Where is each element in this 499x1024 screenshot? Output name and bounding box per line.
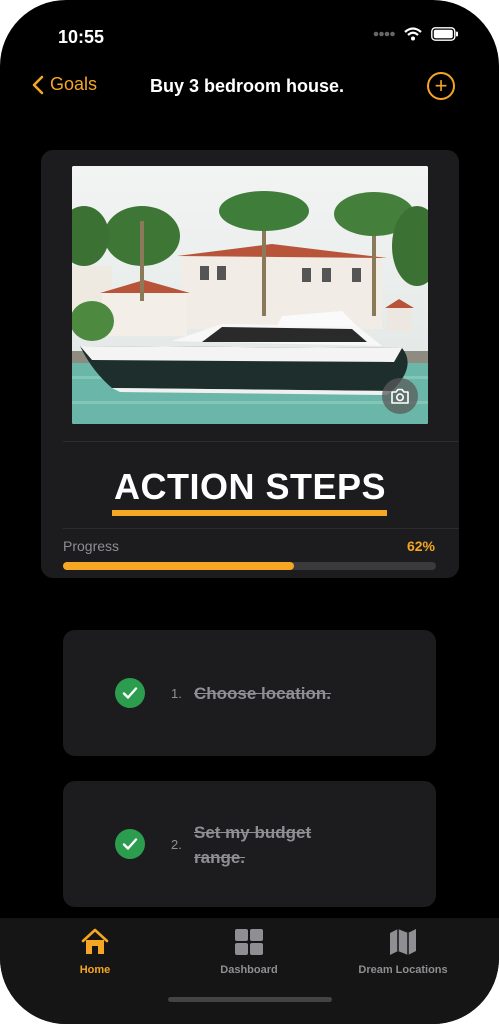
goal-card: ACTION STEPS Progress 62%	[41, 150, 459, 578]
change-photo-button[interactable]	[382, 378, 418, 414]
progress-bar	[63, 562, 436, 570]
status-time: 10:55	[58, 27, 105, 47]
signal-icon	[373, 31, 395, 37]
camera-icon	[391, 388, 409, 404]
step-complete-toggle[interactable]	[115, 678, 145, 708]
plus-icon: +	[434, 73, 448, 98]
action-step-item[interactable]: 1. Choose location.	[63, 630, 436, 756]
tab-label: Dream Locations	[358, 964, 448, 976]
action-step-item[interactable]: 2. Set my budget range.	[63, 781, 436, 907]
phone-screen: 10:55 Goals Buy 3 bedroom house. + ACTIO…	[0, 0, 499, 1024]
tab-dashboard[interactable]: Dashboard	[209, 928, 289, 976]
back-label: Goals	[50, 74, 98, 94]
tab-label: Home	[79, 964, 111, 976]
heading-underline	[112, 510, 387, 516]
checkmark-icon	[122, 687, 138, 699]
status-icons	[373, 27, 459, 41]
card-divider	[63, 528, 459, 529]
status-bar: 10:55	[0, 0, 499, 62]
wifi-icon	[404, 27, 422, 41]
add-button[interactable]: +	[427, 72, 455, 100]
page-title: Buy 3 bedroom house.	[150, 76, 345, 96]
house-icon	[81, 928, 109, 954]
back-button[interactable]: Goals	[32, 74, 97, 95]
home-indicator	[168, 997, 332, 1002]
battery-icon	[431, 27, 458, 41]
navigation-bar: Goals Buy 3 bedroom house. +	[0, 66, 499, 106]
tab-dream-locations[interactable]: Dream Locations	[353, 928, 453, 976]
checkmark-icon	[122, 838, 138, 850]
progress-bar-fill	[63, 562, 295, 570]
tab-label: Dashboard	[220, 964, 278, 976]
progress-label: Progress	[63, 538, 120, 554]
card-divider	[63, 441, 459, 442]
grid-icon	[235, 929, 263, 955]
chevron-left-icon	[32, 75, 44, 94]
step-number: 2.	[171, 837, 182, 852]
map-icon	[390, 929, 416, 955]
tab-home[interactable]: Home	[74, 928, 116, 976]
step-text: Set my budget range.	[194, 823, 312, 867]
goal-photo	[72, 166, 428, 424]
action-steps-heading: ACTION STEPS	[113, 466, 387, 507]
step-text: Choose location.	[194, 684, 331, 703]
tab-bar: Home Dashboard Dream Locations	[0, 918, 499, 1024]
progress-value: 62%	[406, 538, 435, 554]
step-number: 1.	[171, 686, 182, 701]
yacht-house-image	[72, 166, 428, 424]
step-complete-toggle[interactable]	[115, 829, 145, 859]
